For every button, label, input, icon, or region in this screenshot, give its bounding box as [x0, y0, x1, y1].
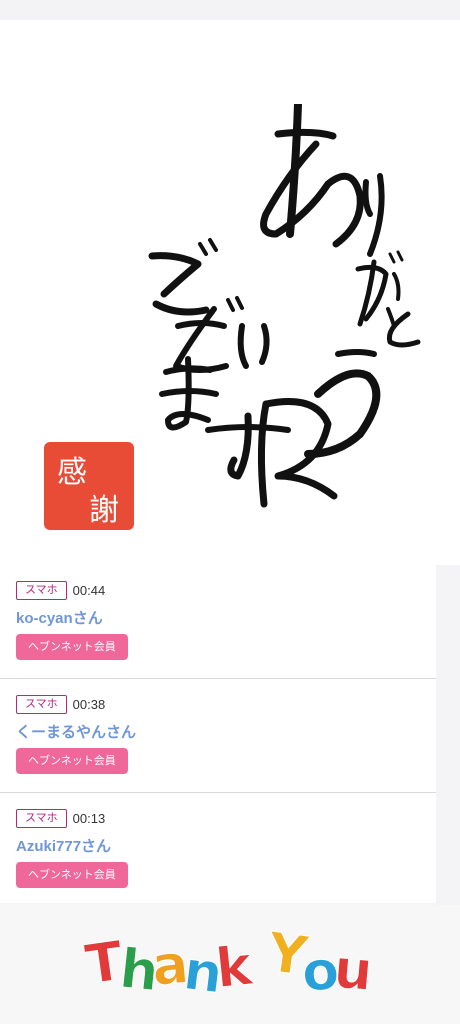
member-badge: ヘブンネット会員	[16, 862, 128, 888]
thank-you-image: 感 謝	[0, 20, 460, 565]
device-badge: スマホ	[16, 809, 67, 828]
thank-you-letter: k	[213, 934, 256, 1001]
thank-you-banner: Thank You	[81, 920, 375, 1007]
visitor-name-link[interactable]: くーまるやんさん	[16, 721, 136, 742]
right-gutter	[436, 565, 460, 905]
visitor-item: スマホ 00:44 ko-cyanさん ヘブンネット会員	[0, 565, 436, 679]
member-badge: ヘブンネット会員	[16, 634, 128, 660]
visit-time: 00:13	[72, 811, 106, 826]
visitor-item: スマホ 00:38 くーまるやんさん ヘブンネット会員	[0, 679, 436, 793]
svg-text:感: 感	[57, 455, 87, 490]
kansha-seal: 感 謝	[44, 442, 134, 530]
top-strip	[0, 0, 460, 20]
device-badge: スマホ	[16, 581, 67, 600]
arigatou-calligraphy	[148, 104, 421, 508]
visitor-list: スマホ 00:44 ko-cyanさん ヘブンネット会員 スマホ 00:38 く…	[0, 565, 436, 903]
visitor-name-link[interactable]: Azuki777さん	[16, 835, 111, 856]
visit-meta: スマホ 00:38	[16, 695, 105, 714]
visit-time: 00:44	[72, 583, 106, 598]
visit-meta: スマホ 00:13	[16, 809, 105, 828]
visitor-item: スマホ 00:13 Azuki777さん ヘブンネット会員	[0, 793, 436, 903]
visit-time: 00:38	[72, 697, 106, 712]
svg-text:謝: 謝	[89, 493, 119, 528]
visitor-name-link[interactable]: ko-cyanさん	[16, 607, 103, 628]
thank-you-letter: u	[331, 937, 375, 1003]
member-badge: ヘブンネット会員	[16, 748, 128, 774]
visit-meta: スマホ 00:44	[16, 581, 105, 600]
device-badge: スマホ	[16, 695, 67, 714]
